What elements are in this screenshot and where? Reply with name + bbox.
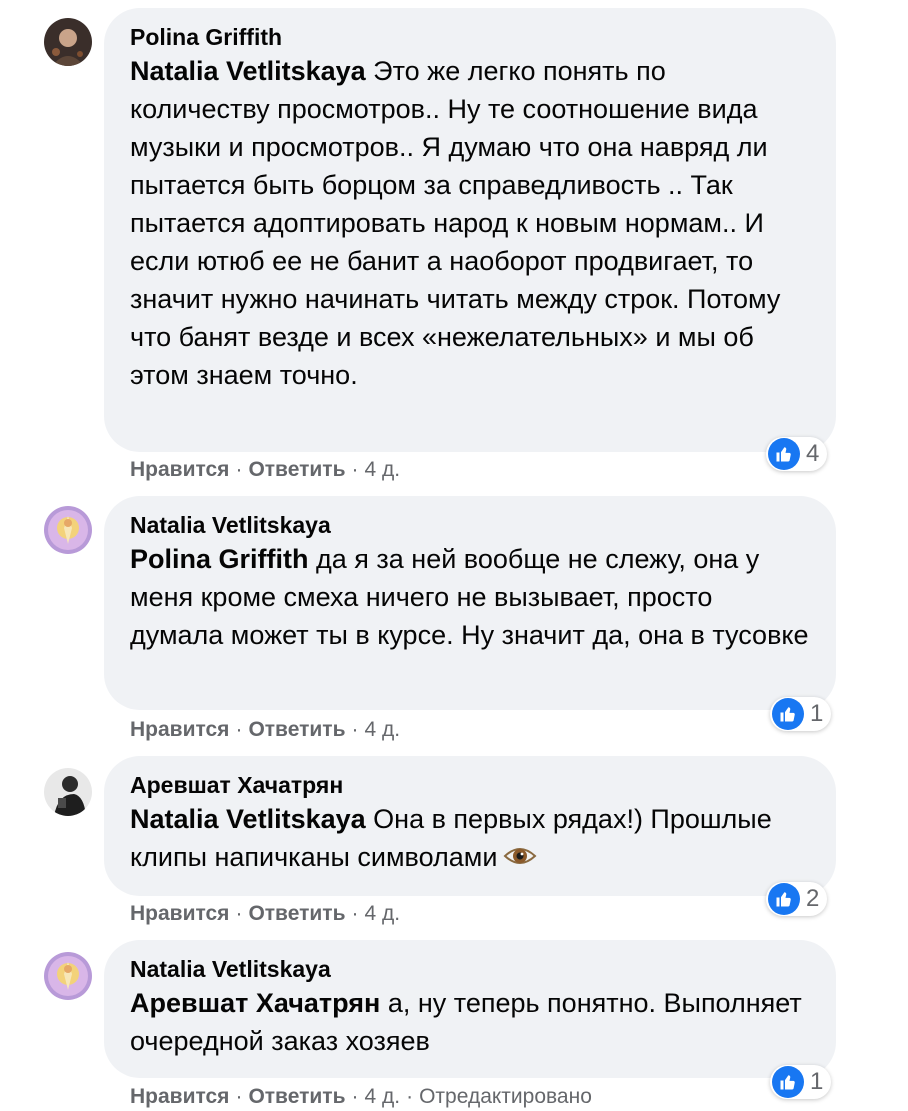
comment-actions: Нравится · Ответить · 4 д. · Отредактировано [130,1083,592,1111]
timestamp[interactable]: 4 д. [364,458,400,481]
eye-emoji-icon [503,842,537,880]
comment-actions: Нравится · Ответить · 4 д. [130,900,400,928]
like-icon [768,438,800,470]
comment-author[interactable]: Natalia Vetlitskaya [130,954,812,984]
comment-bubble: Polina Griffith Natalia Vetlitskaya Это … [104,8,836,452]
separator: · [235,718,243,741]
avatar[interactable] [44,768,92,816]
comment-actions: Нравится · Ответить · 4 д. [130,456,400,484]
comment-body: Это же легко понять по количеству просмо… [130,56,781,390]
comment-bubble: Natalia Vetlitskaya Аревшат Хачатрян а, … [104,940,836,1078]
reaction-number: 1 [810,700,824,727]
like-button[interactable]: Нравится [130,902,229,925]
separator: · [406,1085,414,1108]
reaction-number: 4 [806,440,820,467]
comment-text: Polina Griffith да я за ней вообще не сл… [130,540,812,654]
comment-text: Natalia Vetlitskaya Она в первых рядах!)… [130,800,812,880]
separator: · [235,902,243,925]
reply-button[interactable]: Ответить [248,718,345,741]
mention-link[interactable]: Аревшат Хачатрян [130,988,380,1018]
timestamp[interactable]: 4 д. [364,1085,400,1108]
edited-label[interactable]: Отредактировано [419,1085,592,1108]
timestamp[interactable]: 4 д. [364,718,400,741]
like-button[interactable]: Нравится [130,1085,229,1108]
comment-text: Natalia Vetlitskaya Это же легко понять … [130,52,812,394]
timestamp[interactable]: 4 д. [364,902,400,925]
mention-link[interactable]: Natalia Vetlitskaya [130,804,366,834]
avatar[interactable] [44,18,92,66]
like-icon [772,1066,804,1098]
separator: · [351,902,359,925]
separator: · [235,1085,243,1108]
reply-button[interactable]: Ответить [248,1085,345,1108]
mention-link[interactable]: Polina Griffith [130,544,309,574]
reply-button[interactable]: Ответить [248,902,345,925]
comment-bubble: Аревшат Хачатрян Natalia Vetlitskaya Она… [104,756,836,896]
like-icon [772,698,804,730]
reaction-count[interactable]: 2 [766,882,828,916]
separator: · [351,718,359,741]
reaction-count[interactable]: 4 [766,437,828,471]
avatar[interactable] [44,506,92,554]
comment-author[interactable]: Natalia Vetlitskaya [130,510,812,540]
reaction-number: 2 [806,885,820,912]
like-button[interactable]: Нравится [130,718,229,741]
reaction-number: 1 [810,1068,824,1095]
reply-button[interactable]: Ответить [248,458,345,481]
comment-author[interactable]: Аревшат Хачатрян [130,770,812,800]
reaction-count[interactable]: 1 [770,697,832,731]
separator: · [351,458,359,481]
mention-link[interactable]: Natalia Vetlitskaya [130,56,366,86]
comment-bubble: Natalia Vetlitskaya Polina Griffith да я… [104,496,836,710]
comment-author[interactable]: Polina Griffith [130,22,812,52]
comment-text: Аревшат Хачатрян а, ну теперь понятно. В… [130,984,812,1060]
separator: · [351,1085,359,1108]
comment-actions: Нравится · Ответить · 4 д. [130,716,400,744]
separator: · [235,458,243,481]
reaction-count[interactable]: 1 [770,1065,832,1099]
like-button[interactable]: Нравится [130,458,229,481]
avatar[interactable] [44,952,92,1000]
like-icon [768,883,800,915]
